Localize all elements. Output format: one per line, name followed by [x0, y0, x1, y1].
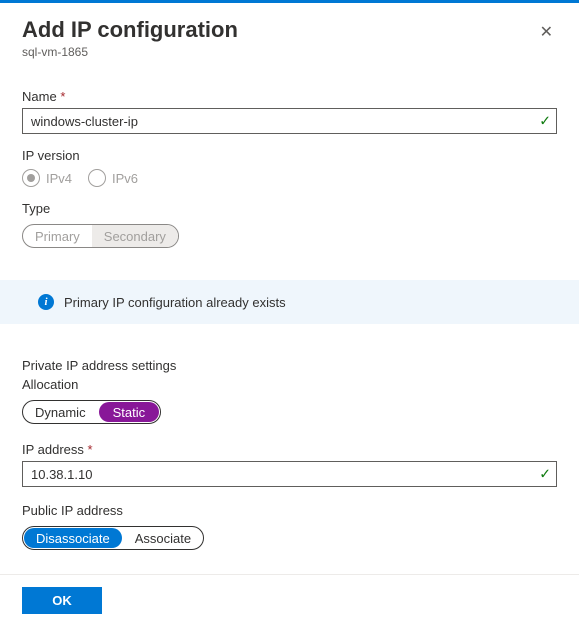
ipv6-radio: IPv6 — [88, 169, 138, 187]
ip-address-input[interactable] — [22, 461, 557, 487]
ip-version-group: IPv4 IPv6 — [22, 169, 557, 187]
type-label: Type — [22, 201, 557, 216]
panel-title: Add IP configuration — [22, 17, 238, 43]
info-icon: i — [38, 294, 54, 310]
panel-header: Add IP configuration sql-vm-1865 ✕ — [22, 17, 557, 59]
check-icon: ✓ — [539, 466, 551, 483]
panel-footer: OK — [0, 574, 579, 626]
public-ip-disassociate-option[interactable]: Disassociate — [24, 528, 122, 548]
ip-version-label: IP version — [22, 148, 557, 163]
name-label: Name * — [22, 89, 557, 104]
required-asterisk: * — [60, 89, 65, 104]
allocation-dynamic-option[interactable]: Dynamic — [23, 401, 98, 423]
info-banner: i Primary IP configuration already exist… — [0, 280, 579, 324]
public-ip-associate-option[interactable]: Associate — [123, 527, 203, 549]
close-icon: ✕ — [540, 24, 553, 41]
info-banner-text: Primary IP configuration already exists — [64, 295, 286, 310]
check-icon: ✓ — [539, 113, 551, 130]
close-button[interactable]: ✕ — [536, 21, 557, 45]
allocation-label: Allocation — [22, 377, 557, 392]
ip-address-label: IP address * — [22, 442, 557, 457]
type-secondary-option: Secondary — [92, 225, 178, 247]
allocation-toggle[interactable]: Dynamic Static — [22, 400, 161, 424]
public-ip-label: Public IP address — [22, 503, 557, 518]
public-ip-toggle[interactable]: Disassociate Associate — [22, 526, 204, 550]
name-input[interactable] — [22, 108, 557, 134]
type-primary-option: Primary — [23, 225, 92, 247]
required-asterisk: * — [88, 442, 93, 457]
ok-button[interactable]: OK — [22, 587, 102, 614]
panel-subtitle: sql-vm-1865 — [22, 45, 238, 59]
ipv4-radio: IPv4 — [22, 169, 72, 187]
radio-icon — [22, 169, 40, 187]
radio-icon — [88, 169, 106, 187]
private-ip-section-title: Private IP address settings — [22, 358, 557, 373]
type-toggle: Primary Secondary — [22, 224, 179, 248]
allocation-static-option[interactable]: Static — [99, 402, 160, 422]
